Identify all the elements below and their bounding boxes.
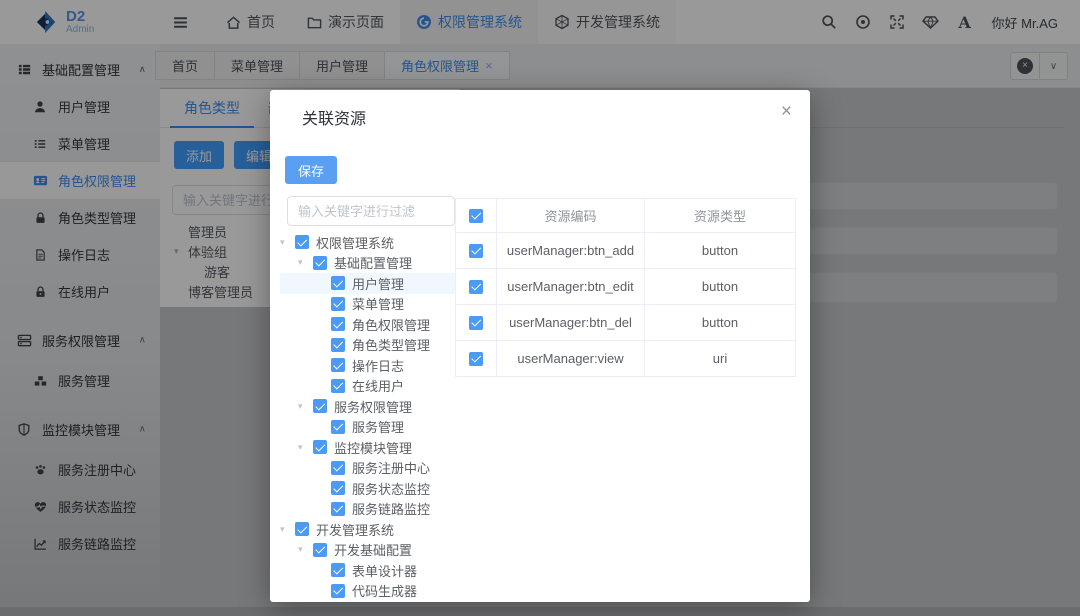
checkbox-checked[interactable] — [295, 522, 309, 536]
checkbox-checked[interactable] — [331, 481, 345, 495]
caret-down-icon[interactable]: ▾ — [280, 237, 295, 248]
resource-code-cell: userManager:btn_add — [497, 233, 645, 268]
checkbox-checked[interactable] — [313, 543, 327, 557]
tree-node[interactable]: ▾服务权限管理 — [280, 396, 455, 417]
checkbox-checked[interactable] — [331, 502, 345, 516]
checkbox-checked[interactable] — [331, 379, 345, 393]
save-button[interactable]: 保存 — [285, 156, 337, 184]
tree-node[interactable]: ▾服务状态监控 — [280, 478, 455, 499]
tree-node[interactable]: ▾菜单管理 — [280, 294, 455, 315]
checkbox-checked[interactable] — [331, 317, 345, 331]
tree-node[interactable]: ▾开发管理系统 — [280, 519, 455, 540]
tree-node[interactable]: ▾基础配置管理 — [280, 253, 455, 274]
tree-node[interactable]: ▾表单设计器 — [280, 560, 455, 581]
resource-type-cell: button — [645, 305, 795, 340]
resource-code-cell: userManager:view — [497, 341, 645, 376]
tree-node[interactable]: ▾代码生成器 — [280, 581, 455, 602]
checkbox-checked[interactable] — [313, 256, 327, 270]
tree-node[interactable]: ▾开发基础配置 — [280, 540, 455, 561]
table-row[interactable]: userManager:btn_del button — [456, 305, 795, 341]
resource-type-cell: button — [645, 233, 795, 268]
checkbox-checked[interactable] — [295, 235, 309, 249]
tree-node[interactable]: ▾操作日志 — [280, 355, 455, 376]
caret-down-icon[interactable]: ▾ — [298, 442, 313, 453]
checkbox-checked[interactable] — [313, 399, 327, 413]
associate-resource-dialog: 关联资源 × 保存 ▾权限管理系统 ▾基础配置管理 ▾用户管理 ▾菜单管理 ▾角… — [270, 90, 810, 602]
caret-down-icon[interactable]: ▾ — [298, 257, 313, 268]
row-checkbox[interactable] — [469, 244, 483, 258]
tree-node-current[interactable]: ▾用户管理 — [280, 273, 455, 294]
table-row[interactable]: userManager:btn_add button — [456, 233, 795, 269]
dialog-close-icon[interactable]: × — [781, 102, 792, 121]
tree-node[interactable]: ▾服务注册中心 — [280, 458, 455, 479]
table-row[interactable]: userManager:view uri — [456, 341, 795, 377]
resource-type-cell: button — [645, 269, 795, 304]
tree-node[interactable]: ▾在线用户 — [280, 376, 455, 397]
caret-down-icon[interactable]: ▾ — [298, 401, 313, 412]
tree-node[interactable]: ▾角色权限管理 — [280, 314, 455, 335]
checkbox-checked[interactable] — [331, 276, 345, 290]
column-header-resource-code: 资源编码 — [497, 199, 645, 232]
row-checkbox[interactable] — [469, 352, 483, 366]
checkbox-checked[interactable] — [331, 297, 345, 311]
checkbox-checked[interactable] — [331, 461, 345, 475]
tree-node[interactable]: ▾权限管理系统 — [280, 232, 455, 253]
row-checkbox[interactable] — [469, 316, 483, 330]
resource-tree: ▾权限管理系统 ▾基础配置管理 ▾用户管理 ▾菜单管理 ▾角色权限管理 ▾角色类… — [280, 232, 455, 601]
select-all-checkbox[interactable] — [469, 209, 483, 223]
checkbox-checked[interactable] — [313, 440, 327, 454]
resource-code-cell: userManager:btn_del — [497, 305, 645, 340]
dialog-title: 关联资源 — [302, 105, 366, 129]
tree-node[interactable]: ▾服务管理 — [280, 417, 455, 438]
resource-type-cell: uri — [645, 341, 795, 376]
checkbox-checked[interactable] — [331, 584, 345, 598]
tree-node[interactable]: ▾监控模块管理 — [280, 437, 455, 458]
resource-code-cell: userManager:btn_edit — [497, 269, 645, 304]
table-row[interactable]: userManager:btn_edit button — [456, 269, 795, 305]
row-checkbox[interactable] — [469, 280, 483, 294]
column-header-resource-type: 资源类型 — [645, 199, 795, 232]
tree-node[interactable]: ▾角色类型管理 — [280, 335, 455, 356]
caret-down-icon[interactable]: ▾ — [280, 524, 295, 535]
table-header-row: 资源编码 资源类型 — [456, 199, 795, 233]
checkbox-checked[interactable] — [331, 420, 345, 434]
checkbox-checked[interactable] — [331, 358, 345, 372]
resource-table: 资源编码 资源类型 userManager:btn_add button use… — [455, 198, 796, 377]
checkbox-checked[interactable] — [331, 338, 345, 352]
checkbox-checked[interactable] — [331, 563, 345, 577]
resource-filter-input[interactable] — [287, 196, 455, 226]
caret-down-icon[interactable]: ▾ — [298, 544, 313, 555]
app-root: D2 Admin 首页 演示页面 — [0, 0, 1080, 616]
tree-node[interactable]: ▾服务链路监控 — [280, 499, 455, 520]
